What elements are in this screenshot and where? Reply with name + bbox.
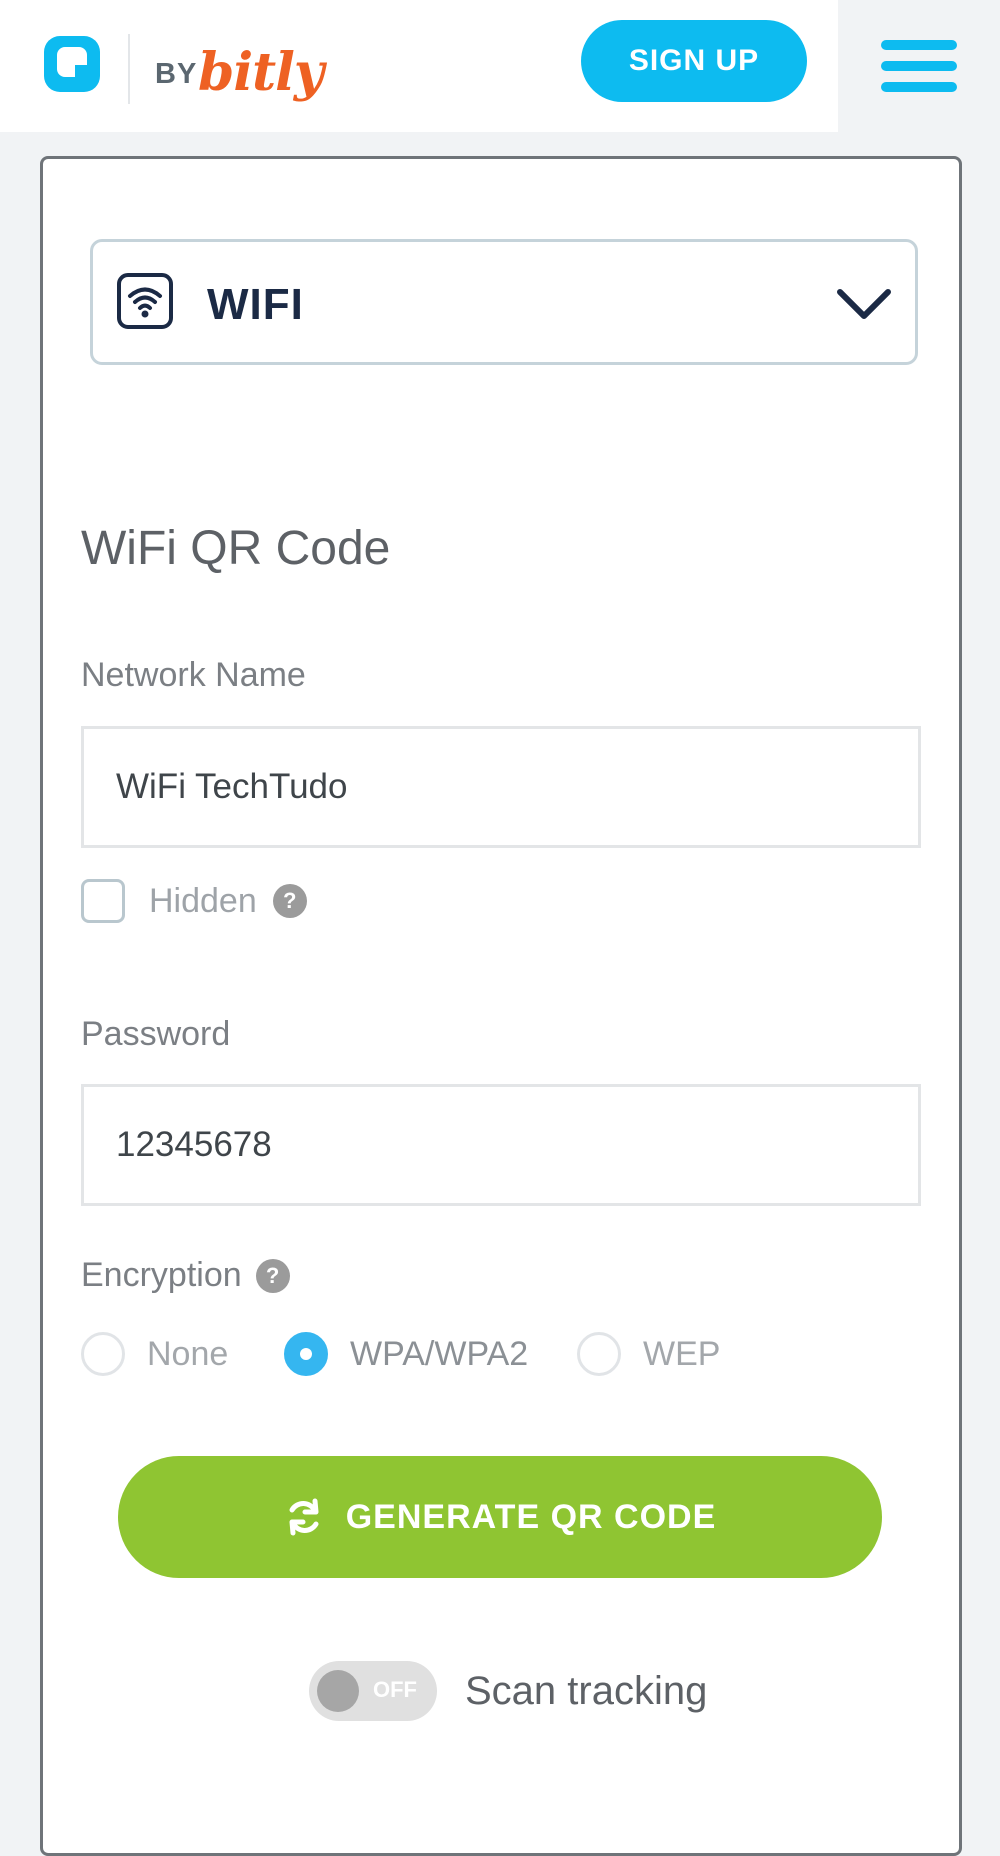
- radio-wpa-wpa2-label: WPA/WPA2: [350, 1334, 529, 1373]
- sign-up-button[interactable]: SIGN UP: [581, 20, 807, 102]
- wifi-icon: [117, 273, 173, 329]
- radio-none-label: None: [147, 1334, 229, 1373]
- logo-mark-icon[interactable]: [40, 32, 104, 96]
- network-name-label: Network Name: [81, 656, 306, 694]
- radio-wep[interactable]: [577, 1332, 621, 1376]
- menu-button[interactable]: [838, 0, 1000, 132]
- encryption-label-row: Encryption ?: [81, 1256, 290, 1295]
- toggle-state: OFF: [373, 1677, 417, 1702]
- encryption-option-wep[interactable]: WEP: [577, 1332, 720, 1376]
- password-label: Password: [81, 1015, 231, 1053]
- encryption-option-wpa[interactable]: WPA/WPA2: [284, 1332, 528, 1376]
- encryption-label: Encryption: [81, 1256, 242, 1294]
- logo-divider: [128, 34, 130, 104]
- qr-type-dropdown[interactable]: WIFI: [90, 239, 918, 365]
- logo-by-text: BY: [155, 58, 198, 90]
- encryption-option-none[interactable]: None: [81, 1332, 228, 1376]
- chevron-down-icon: [837, 289, 891, 319]
- toggle-knob: [317, 1670, 359, 1712]
- hidden-checkbox[interactable]: [81, 879, 125, 923]
- scan-tracking-toggle[interactable]: OFF: [309, 1661, 437, 1721]
- hidden-label: Hidden: [149, 881, 257, 920]
- generate-label: GENERATE QR CODE: [345, 1497, 717, 1536]
- scan-tracking-row: OFF Scan tracking: [309, 1661, 707, 1721]
- hidden-help-icon[interactable]: ?: [272, 884, 307, 918]
- scan-tracking-label: Scan tracking: [465, 1668, 708, 1713]
- radio-wep-label: WEP: [643, 1334, 721, 1373]
- hidden-checkbox-row[interactable]: Hidden ?: [81, 879, 307, 923]
- generate-qr-code-button[interactable]: GENERATE QR CODE: [118, 1456, 882, 1578]
- qr-type-value: WIFI: [207, 280, 304, 329]
- bitly-logo[interactable]: bitly: [198, 42, 324, 103]
- form-title: WiFi QR Code: [81, 522, 391, 575]
- header: BY bitly SIGN UP: [0, 0, 1000, 132]
- radio-none[interactable]: [81, 1332, 125, 1376]
- encryption-help-icon[interactable]: ?: [255, 1258, 290, 1293]
- network-name-input[interactable]: WiFi TechTudo: [81, 726, 921, 848]
- qr-form-card: WIFI WiFi QR Code Network Name WiFi Tech…: [40, 156, 962, 1856]
- refresh-icon: [289, 1498, 319, 1536]
- password-input[interactable]: 12345678: [81, 1084, 921, 1206]
- hamburger-menu-icon: [881, 40, 957, 92]
- radio-wpa-wpa2[interactable]: [284, 1332, 328, 1376]
